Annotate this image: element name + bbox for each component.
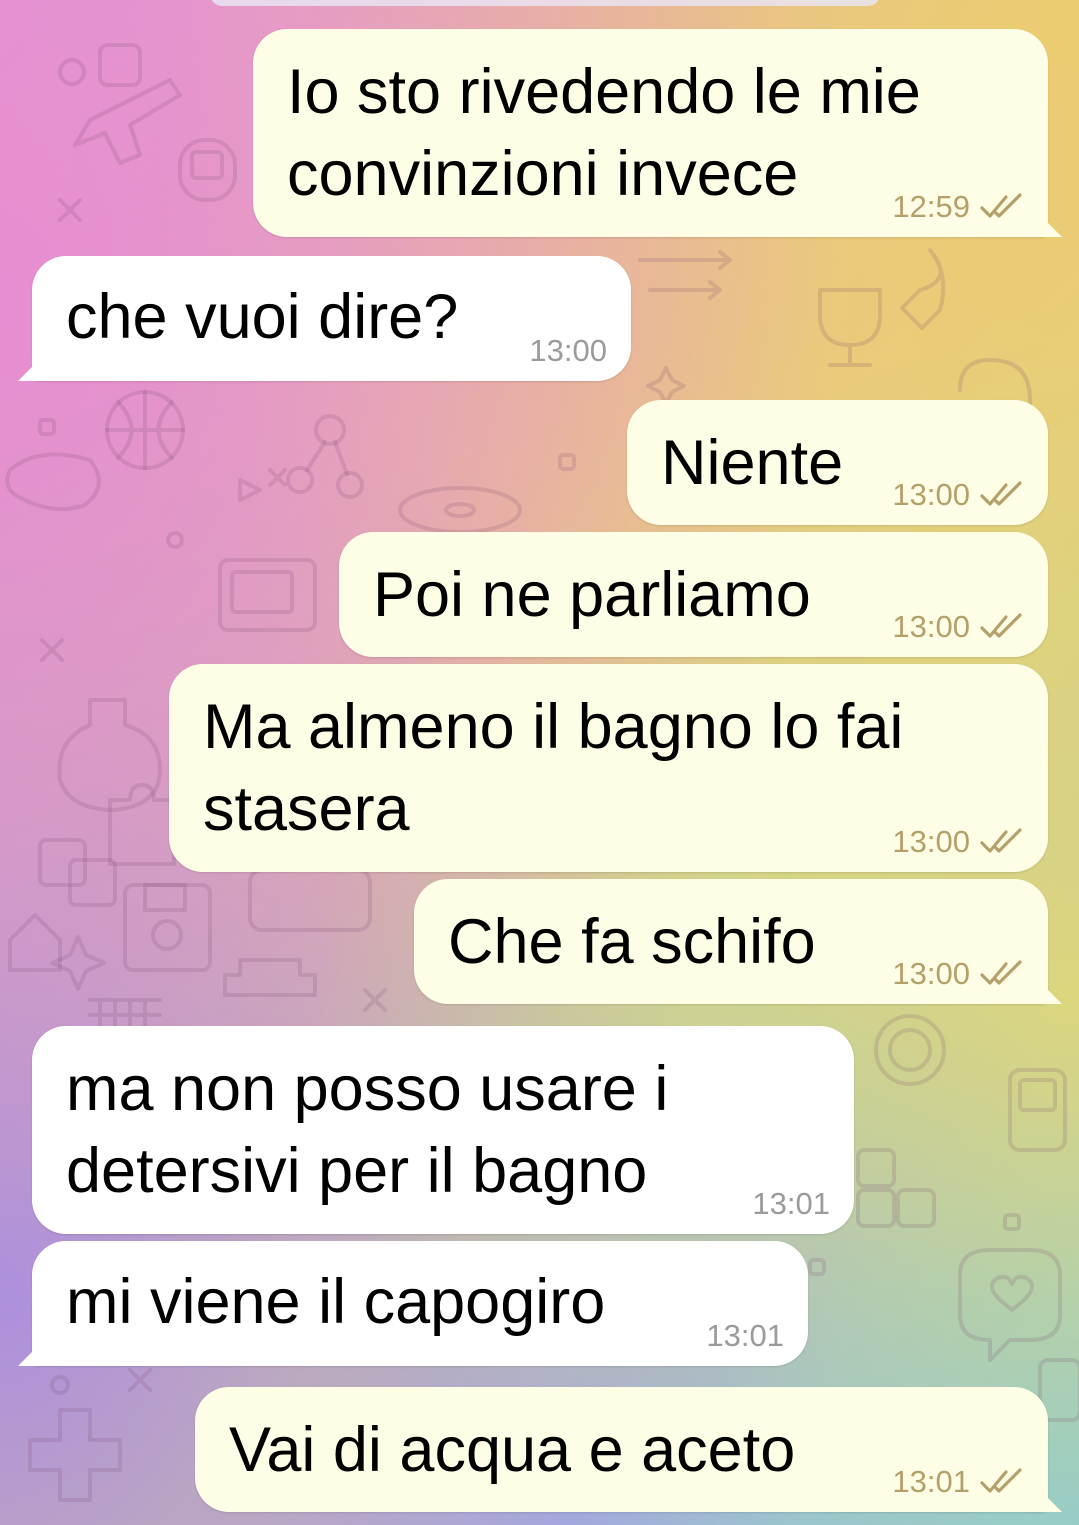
outgoing-message-bubble[interactable]: Che fa schifo 13:00 [414,879,1062,1004]
bubble-tail [18,359,40,381]
message-text: mi viene il capogiro [66,1267,606,1337]
message-time: 13:01 [892,1464,970,1499]
message-text: ma non posso usare i detersivi per il ba… [66,1054,669,1206]
message-text: Che fa schifo [448,907,816,977]
message-text: che vuoi dire? [66,282,459,352]
bubble-tail [1040,215,1062,237]
message-meta: 13:01 [752,1186,830,1222]
message-text: Vai di acqua e aceto [229,1415,796,1485]
message-text: Io sto rivedendo le mie convinzioni inve… [287,57,921,209]
incoming-message-bubble[interactable]: che vuoi dire? 13:00 [18,256,631,381]
message-meta: 13:00 [892,477,1024,513]
read-checkmarks-icon [980,193,1022,218]
message-time: 13:00 [529,333,607,368]
message-time: 13:00 [892,824,970,859]
bubble-tail [1040,982,1062,1004]
message-meta: 13:00 [529,333,607,369]
message-time: 13:00 [892,477,970,512]
message-time: 13:00 [892,956,970,991]
outgoing-message-bubble[interactable]: Poi ne parliamo 13:00 [339,532,1048,657]
read-checkmarks-icon [980,1468,1022,1493]
incoming-message-bubble[interactable]: ma non posso usare i detersivi per il ba… [32,1026,854,1234]
message-time: 13:01 [706,1318,784,1353]
message-time: 12:59 [892,189,970,224]
message-text: Poi ne parliamo [373,560,811,630]
message-meta: 13:01 [706,1318,784,1354]
bubble-tail [18,1344,40,1366]
message-text: Ma almeno il bagno lo fai stasera [203,692,904,844]
read-checkmarks-icon [980,828,1022,853]
top-bar-edge [210,0,880,6]
read-checkmarks-icon [980,613,1022,638]
read-checkmarks-icon [980,960,1022,985]
incoming-message-bubble[interactable]: mi viene il capogiro 13:01 [18,1241,808,1366]
outgoing-message-bubble[interactable]: Ma almeno il bagno lo fai stasera 13:00 [169,664,1048,872]
message-meta: 13:00 [892,956,1024,992]
outgoing-message-bubble[interactable]: Niente 13:00 [627,400,1048,525]
message-meta: 13:00 [892,824,1024,860]
outgoing-message-bubble[interactable]: Io sto rivedendo le mie convinzioni inve… [253,29,1062,237]
message-meta: 13:00 [892,609,1024,645]
read-checkmarks-icon [980,481,1022,506]
message-text: Niente [661,428,844,498]
outgoing-message-bubble[interactable]: Vai di acqua e aceto 13:01 [195,1387,1062,1512]
message-time: 13:01 [752,1186,830,1221]
message-time: 13:00 [892,609,970,644]
message-meta: 13:01 [892,1464,1024,1500]
message-meta: 12:59 [892,189,1024,225]
bubble-tail [1040,1490,1062,1512]
